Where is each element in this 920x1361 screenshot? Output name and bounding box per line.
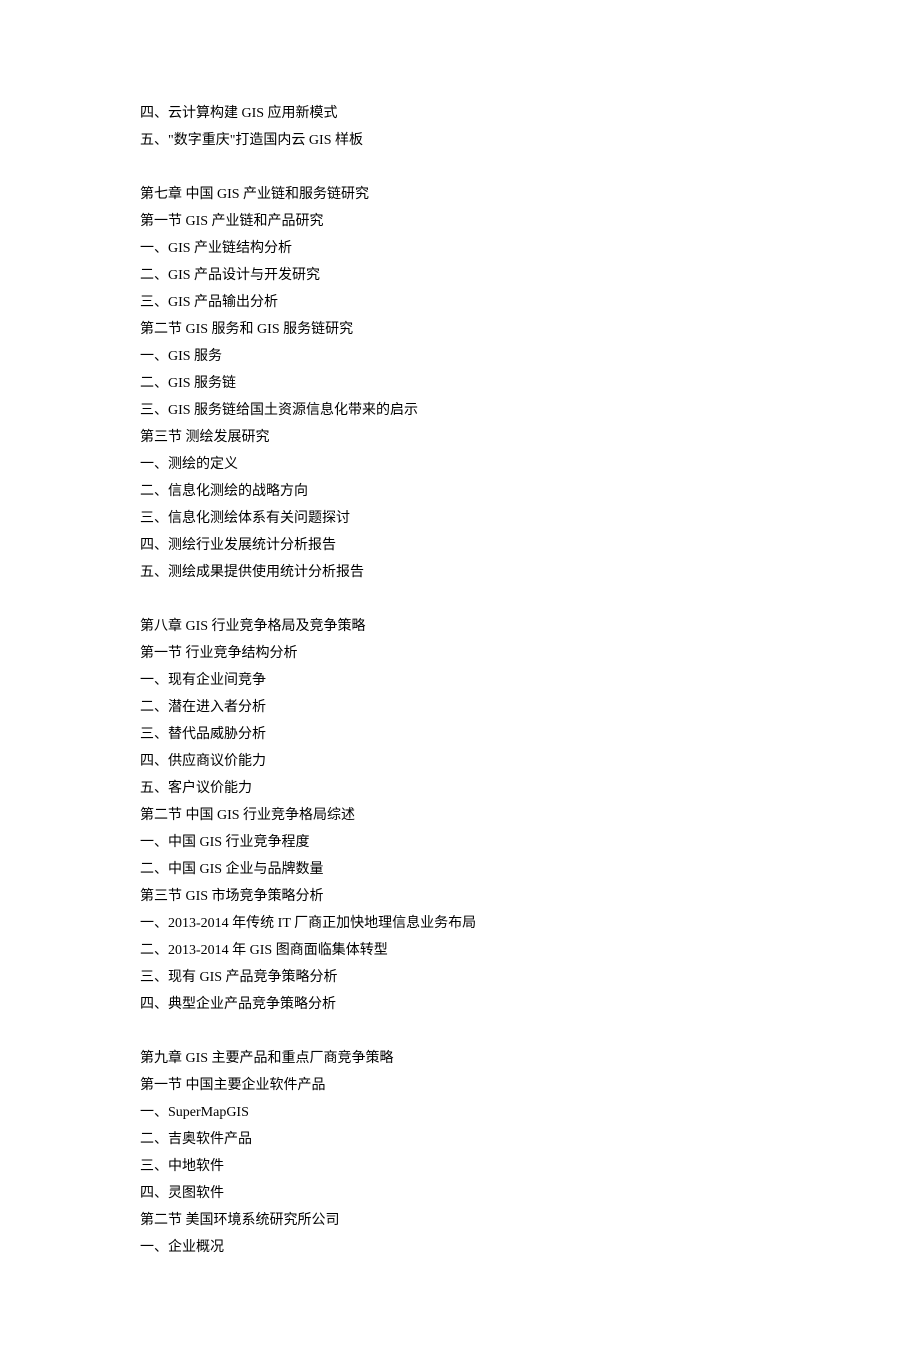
toc-line: 一、中国 GIS 行业竞争程度 [140, 829, 780, 856]
toc-line: 第三节 测绘发展研究 [140, 424, 780, 451]
toc-line: 五、测绘成果提供使用统计分析报告 [140, 559, 780, 586]
section-gap [140, 1018, 780, 1045]
toc-line: 二、2013-2014 年 GIS 图商面临集体转型 [140, 937, 780, 964]
toc-line: 一、企业概况 [140, 1234, 780, 1261]
toc-line: 五、"数字重庆"打造国内云 GIS 样板 [140, 127, 780, 154]
toc-line: 二、中国 GIS 企业与品牌数量 [140, 856, 780, 883]
toc-line: 三、GIS 服务链给国土资源信息化带来的启示 [140, 397, 780, 424]
toc-line: 第七章 中国 GIS 产业链和服务链研究 [140, 181, 780, 208]
toc-line: 四、测绘行业发展统计分析报告 [140, 532, 780, 559]
document-content: 四、云计算构建 GIS 应用新模式五、"数字重庆"打造国内云 GIS 样板第七章… [140, 100, 780, 1261]
toc-line: 第二节 GIS 服务和 GIS 服务链研究 [140, 316, 780, 343]
toc-line: 第二节 美国环境系统研究所公司 [140, 1207, 780, 1234]
toc-line: 五、客户议价能力 [140, 775, 780, 802]
toc-line: 二、信息化测绘的战略方向 [140, 478, 780, 505]
toc-line: 二、潜在进入者分析 [140, 694, 780, 721]
toc-line: 第一节 行业竞争结构分析 [140, 640, 780, 667]
toc-line: 四、灵图软件 [140, 1180, 780, 1207]
toc-line: 三、中地软件 [140, 1153, 780, 1180]
toc-line: 四、云计算构建 GIS 应用新模式 [140, 100, 780, 127]
toc-line: 二、GIS 产品设计与开发研究 [140, 262, 780, 289]
toc-line: 第八章 GIS 行业竞争格局及竞争策略 [140, 613, 780, 640]
toc-line: 二、GIS 服务链 [140, 370, 780, 397]
toc-line: 一、GIS 产业链结构分析 [140, 235, 780, 262]
toc-line: 二、吉奥软件产品 [140, 1126, 780, 1153]
toc-line: 第二节 中国 GIS 行业竞争格局综述 [140, 802, 780, 829]
toc-line: 一、SuperMapGIS [140, 1099, 780, 1126]
toc-line: 三、信息化测绘体系有关问题探讨 [140, 505, 780, 532]
document-page: 四、云计算构建 GIS 应用新模式五、"数字重庆"打造国内云 GIS 样板第七章… [0, 0, 920, 1361]
toc-line: 一、现有企业间竞争 [140, 667, 780, 694]
toc-line: 四、典型企业产品竞争策略分析 [140, 991, 780, 1018]
toc-line: 三、现有 GIS 产品竞争策略分析 [140, 964, 780, 991]
toc-line: 第一节 GIS 产业链和产品研究 [140, 208, 780, 235]
section-gap [140, 586, 780, 613]
section-gap [140, 154, 780, 181]
toc-line: 三、GIS 产品输出分析 [140, 289, 780, 316]
toc-line: 一、测绘的定义 [140, 451, 780, 478]
toc-line: 一、2013-2014 年传统 IT 厂商正加快地理信息业务布局 [140, 910, 780, 937]
toc-line: 三、替代品威胁分析 [140, 721, 780, 748]
toc-line: 第三节 GIS 市场竞争策略分析 [140, 883, 780, 910]
toc-line: 四、供应商议价能力 [140, 748, 780, 775]
toc-line: 第九章 GIS 主要产品和重点厂商竞争策略 [140, 1045, 780, 1072]
toc-line: 第一节 中国主要企业软件产品 [140, 1072, 780, 1099]
toc-line: 一、GIS 服务 [140, 343, 780, 370]
